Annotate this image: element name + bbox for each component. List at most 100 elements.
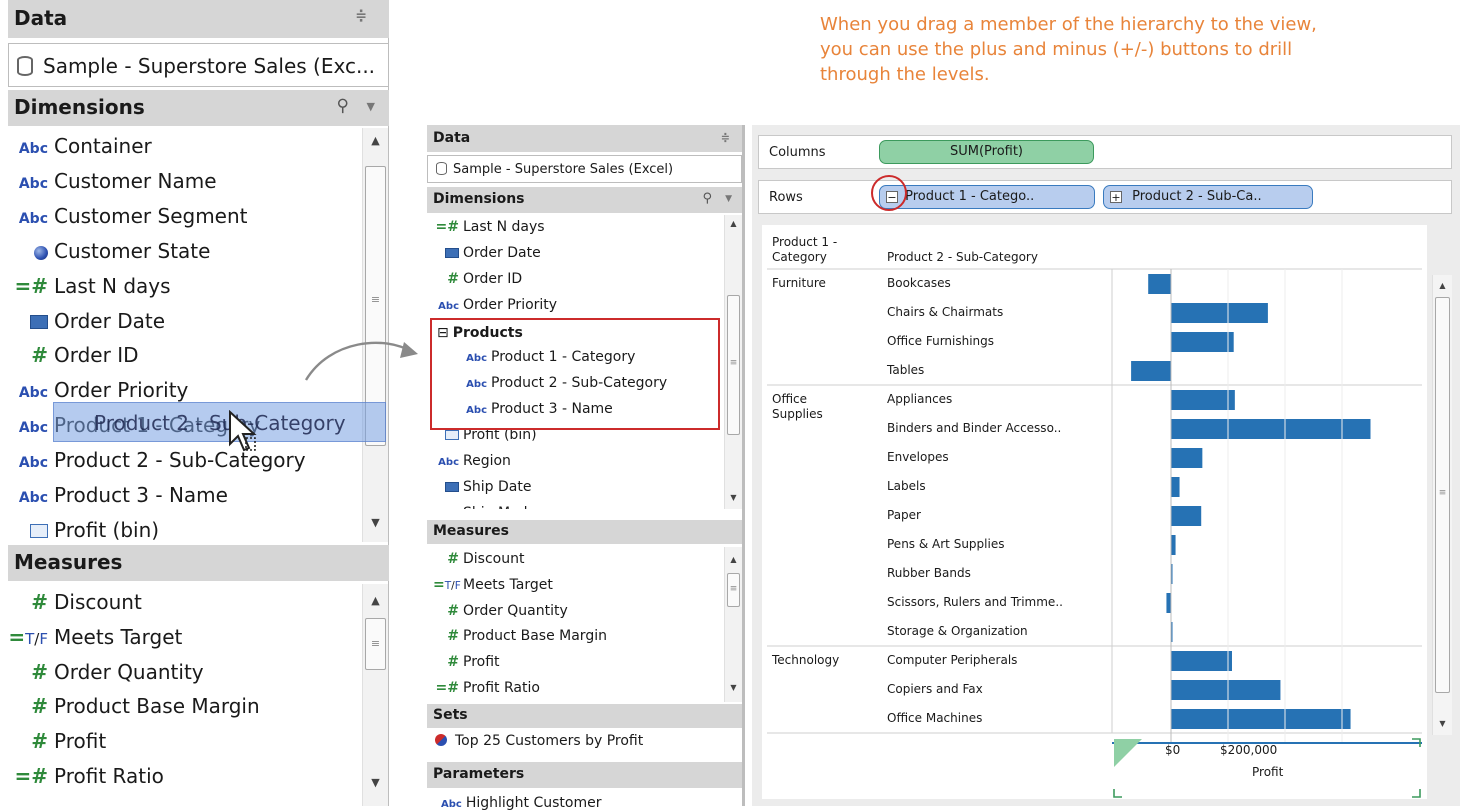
- mid-measure-item[interactable]: # Discount: [433, 551, 524, 567]
- profit-bar[interactable]: [1171, 709, 1351, 729]
- mid-dimension-item[interactable]: Abc Ship Mode: [433, 505, 536, 509]
- rows-shelf[interactable]: Rows − Product 1 - Catego.. + Product 2 …: [758, 175, 1452, 214]
- expand-plus-button[interactable]: +: [1110, 190, 1122, 203]
- mid-dimension-item[interactable]: Order Date: [433, 245, 541, 261]
- left-measure-item[interactable]: # Product Base Margin: [8, 694, 259, 719]
- left-dimension-item[interactable]: Abc Container: [8, 134, 152, 158]
- left-measure-list: # Discount =T/F Meets Target # Order Quantity…: [8, 584, 360, 806]
- scroll-down-arrow-icon[interactable]: ▼: [363, 776, 388, 789]
- product-1-category-pill[interactable]: − Product 1 - Catego..: [879, 185, 1095, 209]
- number-type-icon: #: [31, 694, 48, 719]
- columns-shelf-label: Columns: [769, 145, 826, 160]
- left-data-sort-icon[interactable]: ≑: [355, 8, 367, 24]
- mid-dimension-item[interactable]: Abc Order Priority: [433, 297, 557, 313]
- annotation-text: When you drag a member of the hierarchy …: [820, 14, 1317, 85]
- profit-bar[interactable]: [1171, 419, 1371, 439]
- profit-bar[interactable]: [1171, 651, 1232, 671]
- chevron-down-icon[interactable]: ▼: [367, 100, 375, 113]
- left-dimension-item[interactable]: # Order ID: [8, 343, 138, 367]
- left-dimension-item[interactable]: Customer State: [8, 239, 210, 263]
- number-type-icon: #: [447, 551, 459, 567]
- worksheet-view: Columns SUM(Profit) Rows − Product 1 - C…: [752, 125, 1460, 806]
- abc-type-icon: Abc: [438, 301, 459, 312]
- left-dimension-item[interactable]: Abc Customer Name: [8, 169, 217, 193]
- left-data-title: Data: [14, 6, 68, 30]
- mid-measure-item[interactable]: # Order Quantity: [433, 603, 567, 619]
- left-dimension-item[interactable]: Abc Order Priority: [8, 378, 189, 402]
- scroll-down-arrow-icon[interactable]: ▼: [363, 516, 388, 529]
- profit-bar[interactable]: [1171, 535, 1176, 555]
- left-dimension-item[interactable]: Order Date: [8, 309, 165, 333]
- scroll-up-arrow-icon[interactable]: ▲: [363, 594, 388, 607]
- product-2-sub-category-pill[interactable]: + Product 2 - Sub-Ca..: [1103, 185, 1313, 209]
- scroll-thumb[interactable]: ≡: [727, 295, 740, 435]
- profit-bar[interactable]: [1171, 506, 1202, 526]
- left-dimension-item[interactable]: Profit (bin): [8, 518, 159, 542]
- mid-set-item[interactable]: Top 25 Customers by Profit: [435, 733, 643, 749]
- abc-type-icon: Abc: [18, 385, 48, 402]
- profit-bar[interactable]: [1171, 477, 1180, 497]
- profit-bar[interactable]: [1131, 361, 1171, 381]
- mid-dimension-item[interactable]: =# Last N days: [433, 219, 545, 235]
- left-measure-item[interactable]: # Order Quantity: [8, 660, 203, 684]
- search-icon[interactable]: ⚲: [702, 191, 712, 206]
- mid-sets-title: Sets: [433, 707, 468, 723]
- left-dimension-item[interactable]: Abc Product 3 - Name: [8, 483, 228, 507]
- profit-bar[interactable]: [1171, 448, 1203, 468]
- calculated-number-icon: =#: [435, 680, 459, 696]
- left-measure-item[interactable]: =# Profit Ratio: [8, 764, 164, 788]
- profit-bar[interactable]: [1171, 390, 1235, 410]
- mid-measure-item[interactable]: # Profit: [433, 654, 499, 670]
- database-icon: [17, 56, 33, 76]
- scroll-up-arrow-icon[interactable]: ▲: [725, 555, 742, 564]
- scroll-thumb[interactable]: ≡: [727, 573, 740, 607]
- left-dimension-item[interactable]: Abc Product 2 - Sub-Category: [8, 448, 306, 472]
- scroll-thumb[interactable]: ≡: [1435, 297, 1450, 693]
- mid-measure-list: # Discount =T/F Meets Target # Order Quantity…: [427, 547, 723, 702]
- left-measure-scrollbar[interactable]: ▲ ≡ ▼: [362, 584, 388, 806]
- abc-type-icon: Abc: [441, 799, 462, 810]
- calculated-number-icon: =#: [14, 273, 48, 298]
- left-measure-item[interactable]: # Profit: [8, 729, 106, 753]
- curved-arrow-icon: [304, 341, 418, 381]
- scroll-down-arrow-icon[interactable]: ▼: [1433, 719, 1452, 728]
- left-measure-item[interactable]: # Discount: [8, 590, 142, 614]
- sum-profit-pill[interactable]: SUM(Profit): [879, 140, 1094, 164]
- mid-measure-scrollbar[interactable]: ▲ ≡ ▼: [724, 547, 742, 702]
- chevron-down-icon[interactable]: ▼: [725, 194, 732, 204]
- scroll-up-arrow-icon[interactable]: ▲: [725, 219, 742, 228]
- mid-datasource[interactable]: Sample - Superstore Sales (Excel): [427, 155, 742, 183]
- mid-dimension-item[interactable]: # Order ID: [433, 271, 522, 287]
- profit-bar[interactable]: [1171, 303, 1268, 323]
- mid-parameters-title: Parameters: [433, 766, 525, 782]
- mid-parameter-item[interactable]: Abc Highlight Customer: [441, 795, 602, 811]
- left-measure-item[interactable]: =T/F Meets Target: [8, 625, 182, 649]
- left-datasource[interactable]: Sample - Superstore Sales (Exc...: [8, 43, 389, 87]
- mid-measure-item[interactable]: # Product Base Margin: [433, 628, 607, 644]
- columns-shelf[interactable]: Columns SUM(Profit): [758, 135, 1452, 169]
- profit-bar[interactable]: [1171, 332, 1234, 352]
- scroll-down-arrow-icon[interactable]: ▼: [725, 493, 742, 502]
- mid-measure-item[interactable]: =T/F Meets Target: [433, 577, 553, 593]
- profit-bar[interactable]: [1148, 274, 1171, 294]
- view-scrollbar[interactable]: ▲ ≡ ▼: [1432, 275, 1452, 735]
- left-dimension-item-label: Profit (bin): [54, 517, 160, 542]
- mid-measure-item[interactable]: =# Profit Ratio: [433, 680, 540, 696]
- scroll-up-arrow-icon[interactable]: ▲: [1433, 281, 1452, 290]
- profit-bar[interactable]: [1171, 680, 1281, 700]
- set-icon: [435, 734, 447, 746]
- left-dimension-item[interactable]: =# Last N days: [8, 273, 170, 298]
- profit-bar[interactable]: [1166, 593, 1171, 613]
- search-icon[interactable]: ⚲: [337, 96, 349, 116]
- mid-dimension-item[interactable]: Ship Date: [433, 479, 531, 495]
- scroll-down-arrow-icon[interactable]: ▼: [725, 683, 742, 692]
- left-dimension-item-label: Customer Segment: [54, 203, 248, 228]
- scroll-thumb[interactable]: ≡: [365, 618, 386, 670]
- mid-dimension-scrollbar[interactable]: ▲ ≡ ▼: [724, 215, 742, 509]
- drag-ghost-label: Product 2 - Sub-Category: [94, 411, 346, 435]
- left-measure-item-label: Profit Ratio: [54, 764, 164, 788]
- scroll-up-arrow-icon[interactable]: ▲: [363, 134, 388, 147]
- mid-dimension-item[interactable]: Abc Region: [433, 453, 511, 469]
- left-dimension-item[interactable]: Abc Customer Segment: [8, 204, 248, 228]
- mid-data-sort-icon[interactable]: ≑: [721, 131, 730, 144]
